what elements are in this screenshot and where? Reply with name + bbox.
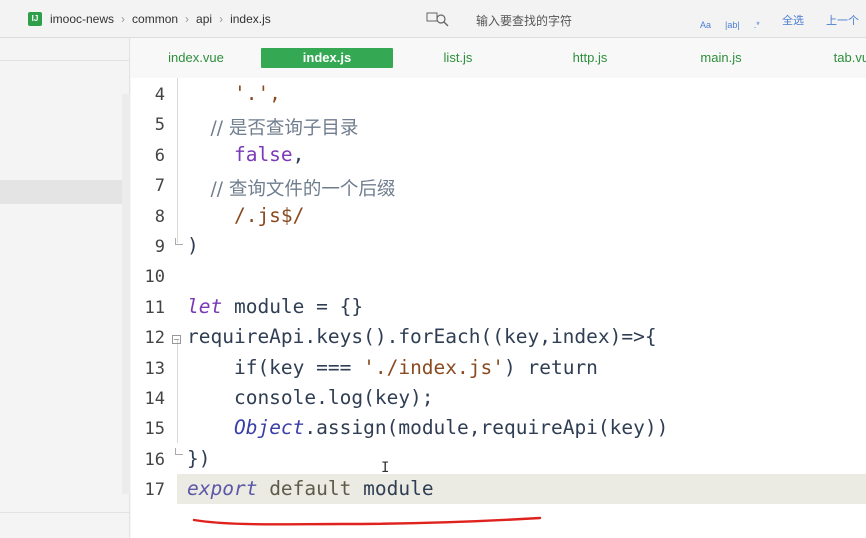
line-number: 12: [144, 328, 165, 349]
project-icon: IJ: [28, 12, 42, 26]
line-number: 11: [144, 297, 165, 318]
line-number: 17: [144, 480, 165, 501]
code-line[interactable]: Object.assign(module,requireApi(key)): [187, 416, 668, 439]
line-number: 4: [154, 85, 165, 105]
code-token: .assign(module,requireApi(key)): [304, 416, 669, 440]
line-number: 6: [154, 145, 165, 166]
code-line[interactable]: // 是否查询子目录: [187, 114, 359, 140]
editor-tabs: index.vue index.js list.js http.js main.…: [131, 38, 866, 78]
code-token: module: [363, 477, 434, 501]
code-token: '.',: [187, 82, 281, 105]
match-case-toggle[interactable]: Aa: [700, 20, 711, 30]
code-line[interactable]: ): [187, 234, 199, 257]
chevron-right-icon: ›: [185, 12, 190, 26]
code-token: // 查询文件的一个后缀: [187, 179, 396, 201]
previous-match-button[interactable]: 上一个: [826, 12, 859, 28]
code-line[interactable]: // 查询文件的一个后缀: [187, 175, 396, 201]
tab-index-vue[interactable]: index.vue: [151, 48, 241, 68]
code-line[interactable]: }): [187, 447, 210, 470]
line-number: 10: [144, 267, 165, 288]
breadcrumb-item-file[interactable]: index.js: [230, 12, 271, 26]
whole-word-toggle[interactable]: |ab|: [725, 20, 740, 30]
tab-index-js[interactable]: index.js: [261, 48, 393, 68]
code-token: if(key ===: [187, 355, 364, 379]
regex-toggle[interactable]: .*: [754, 20, 760, 30]
line-number: 16: [144, 449, 165, 470]
code-editor[interactable]: − 4 '.', 5 // 是否查询子目录 6 false, 7 // 查询文件的一个…: [131, 78, 866, 538]
code-token: ,: [292, 142, 305, 166]
find-bar: 输入要查找的字符 Aa |ab| .*: [424, 6, 764, 32]
code-line[interactable]: requireApi.keys().forEach((key,index)=>{: [187, 325, 657, 348]
tab-tab-vue[interactable]: tab.vue: [815, 48, 866, 68]
code-line[interactable]: /.js$/: [187, 204, 304, 227]
code-token: }): [187, 446, 211, 470]
line-number: 9: [154, 237, 165, 257]
divider: [0, 512, 130, 513]
breadcrumb-item-api[interactable]: api: [196, 12, 212, 26]
code-line[interactable]: false,: [187, 143, 304, 166]
file-explorer-sidebar: [0, 38, 130, 538]
code-line[interactable]: console.log(key);: [187, 386, 434, 409]
code-line[interactable]: '.',: [187, 82, 281, 105]
chevron-right-icon: ›: [121, 12, 126, 26]
code-token: default: [257, 477, 364, 501]
code-token: /.js$/: [187, 203, 305, 227]
line-number: 15: [144, 419, 165, 440]
code-token: export: [187, 477, 258, 501]
tab-list-js[interactable]: list.js: [421, 48, 495, 68]
indent-guide: [177, 78, 178, 243]
code-line[interactable]: export default module: [187, 477, 434, 500]
code-token: ) return: [504, 355, 598, 379]
line-number: 13: [144, 358, 165, 379]
search-icon[interactable]: [426, 10, 450, 28]
code-token: false: [187, 142, 293, 166]
line-number: 8: [154, 206, 165, 227]
breadcrumb-item-common[interactable]: common: [132, 12, 178, 26]
fold-end-icon[interactable]: [175, 448, 183, 455]
text-cursor-icon: I: [381, 460, 390, 476]
code-token: module = {}: [222, 294, 364, 318]
fold-end-icon[interactable]: [175, 238, 183, 245]
line-number: 14: [144, 389, 165, 409]
red-underline-annotation: [192, 516, 542, 526]
code-token: requireApi.keys().forEach((key,index)=>{: [187, 325, 657, 349]
code-token: // 是否查询子目录: [187, 118, 359, 140]
code-token: let: [187, 294, 223, 318]
sidebar-selected-item[interactable]: [0, 180, 122, 204]
tab-main-js[interactable]: main.js: [679, 48, 763, 68]
line-number: 7: [154, 176, 165, 197]
line-number: 5: [154, 115, 165, 136]
chevron-right-icon: ›: [219, 12, 224, 26]
select-all-button[interactable]: 全选: [782, 12, 804, 28]
sidebar-scrollbar[interactable]: [122, 94, 130, 494]
code-line[interactable]: let module = {}: [187, 295, 363, 318]
tab-http-js[interactable]: http.js: [551, 48, 629, 68]
code-token: ): [187, 234, 199, 257]
code-token: './index.js': [363, 355, 504, 379]
divider: [0, 60, 130, 61]
breadcrumb-item-project[interactable]: imooc-news: [50, 12, 114, 26]
code-token: console.log(key);: [187, 386, 434, 409]
fold-collapse-icon[interactable]: −: [172, 335, 181, 344]
breadcrumb: IJ imooc-news › common › api › index.js: [28, 10, 271, 28]
indent-guide: [177, 340, 178, 443]
code-token: Object: [233, 416, 305, 440]
code-line[interactable]: if(key === './index.js') return: [187, 356, 598, 379]
find-input[interactable]: 输入要查找的字符: [476, 12, 572, 29]
top-toolbar: IJ imooc-news › common › api › index.js …: [0, 0, 866, 38]
